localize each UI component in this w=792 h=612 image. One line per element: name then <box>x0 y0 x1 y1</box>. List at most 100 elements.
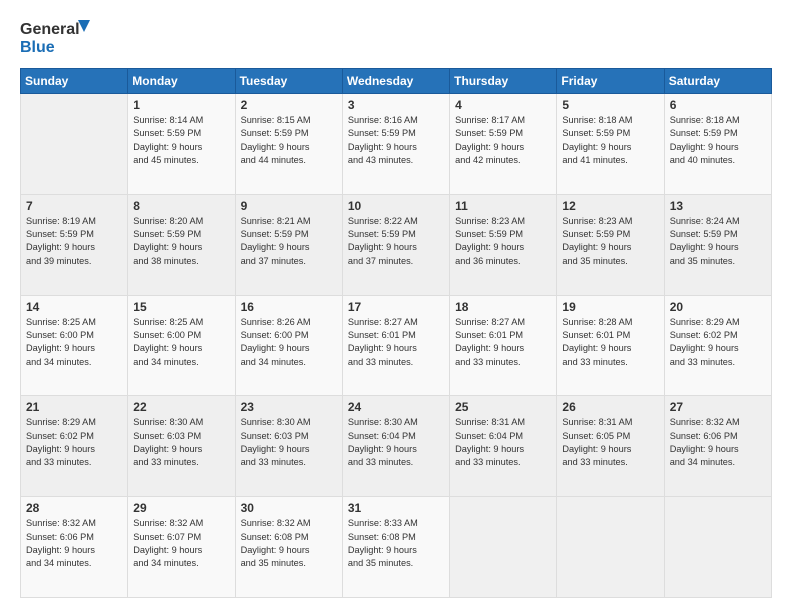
day-header-monday: Monday <box>128 69 235 94</box>
calendar-week-4: 21 Sunrise: 8:29 AM Sunset: 6:02 PM Dayli… <box>21 396 772 497</box>
calendar-cell: 25Sunrise: 8:31 AM Sunset: 6:04 PM Dayli… <box>450 396 557 497</box>
header: GeneralBlue <box>20 18 772 56</box>
day-number: 9 <box>241 199 337 213</box>
day-number: 10 <box>348 199 444 213</box>
day-number: 26 <box>562 400 658 414</box>
day-info: Sunrise: 8:32 AM Sunset: 6:07 PM Dayligh… <box>133 517 229 570</box>
day-info: Sunrise: 8:15 AM Sunset: 5:59 PM Dayligh… <box>241 114 337 167</box>
day-header-sunday: Sunday <box>21 69 128 94</box>
day-number: 28 <box>26 501 122 515</box>
day-number: 17 <box>348 300 444 314</box>
svg-text:Blue: Blue <box>20 39 55 56</box>
day-number: 16 <box>241 300 337 314</box>
day-info: Sunrise: 8:32 AM Sunset: 6:08 PM Dayligh… <box>241 517 337 570</box>
calendar-cell: 22Sunrise: 8:30 AM Sunset: 6:03 PM Dayli… <box>128 396 235 497</box>
day-number: 2 <box>241 98 337 112</box>
day-info: Sunrise: 8:29 AM Sunset: 6:02 PM Dayligh… <box>26 416 122 469</box>
calendar-cell: 26 Sunrise: 8:31 AM Sunset: 6:05 PM Dayli… <box>557 396 664 497</box>
day-info: Sunrise: 8:25 AM Sunset: 6:00 PM Dayligh… <box>26 316 122 369</box>
day-info: Sunrise: 8:24 AM Sunset: 5:59 PM Dayligh… <box>670 215 766 268</box>
calendar-cell: 23Sunrise: 8:30 AM Sunset: 6:03 PM Dayli… <box>235 396 342 497</box>
day-number: 31 <box>348 501 444 515</box>
day-info: Sunrise: 8:17 AM Sunset: 5:59 PM Dayligh… <box>455 114 551 167</box>
day-info: Sunrise: 8:14 AM Sunset: 5:59 PM Dayligh… <box>133 114 229 167</box>
day-info: Sunrise: 8:30 AM Sunset: 6:03 PM Dayligh… <box>133 416 229 469</box>
calendar-table: SundayMondayTuesdayWednesdayThursdayFrid… <box>20 68 772 598</box>
page: GeneralBlue SundayMondayTuesdayWednesday… <box>0 0 792 612</box>
calendar-cell: 4 Sunrise: 8:17 AM Sunset: 5:59 PM Daylig… <box>450 94 557 195</box>
calendar-cell <box>450 497 557 598</box>
logo-svg: GeneralBlue <box>20 18 90 56</box>
day-info: Sunrise: 8:26 AM Sunset: 6:00 PM Dayligh… <box>241 316 337 369</box>
calendar-cell: 31Sunrise: 8:33 AM Sunset: 6:08 PM Dayli… <box>342 497 449 598</box>
day-info: Sunrise: 8:21 AM Sunset: 5:59 PM Dayligh… <box>241 215 337 268</box>
logo: GeneralBlue <box>20 18 90 56</box>
calendar-week-1: 1 Sunrise: 8:14 AM Sunset: 5:59 PM Daylig… <box>21 94 772 195</box>
calendar-cell: 15 Sunrise: 8:25 AM Sunset: 6:00 PM Dayli… <box>128 295 235 396</box>
day-info: Sunrise: 8:16 AM Sunset: 5:59 PM Dayligh… <box>348 114 444 167</box>
day-number: 1 <box>133 98 229 112</box>
calendar-cell: 27 Sunrise: 8:32 AM Sunset: 6:06 PM Dayli… <box>664 396 771 497</box>
day-number: 7 <box>26 199 122 213</box>
day-number: 8 <box>133 199 229 213</box>
calendar-cell: 7 Sunrise: 8:19 AM Sunset: 5:59 PM Daylig… <box>21 194 128 295</box>
day-number: 11 <box>455 199 551 213</box>
calendar-header-row: SundayMondayTuesdayWednesdayThursdayFrid… <box>21 69 772 94</box>
day-number: 20 <box>670 300 766 314</box>
day-number: 24 <box>348 400 444 414</box>
calendar-cell: 29Sunrise: 8:32 AM Sunset: 6:07 PM Dayli… <box>128 497 235 598</box>
day-info: Sunrise: 8:22 AM Sunset: 5:59 PM Dayligh… <box>348 215 444 268</box>
day-number: 15 <box>133 300 229 314</box>
day-number: 3 <box>348 98 444 112</box>
calendar-cell: 21 Sunrise: 8:29 AM Sunset: 6:02 PM Dayli… <box>21 396 128 497</box>
day-number: 5 <box>562 98 658 112</box>
day-number: 12 <box>562 199 658 213</box>
day-info: Sunrise: 8:31 AM Sunset: 6:05 PM Dayligh… <box>562 416 658 469</box>
day-number: 23 <box>241 400 337 414</box>
calendar-cell: 2 Sunrise: 8:15 AM Sunset: 5:59 PM Daylig… <box>235 94 342 195</box>
calendar-cell: 28 Sunrise: 8:32 AM Sunset: 6:06 PM Dayli… <box>21 497 128 598</box>
day-info: Sunrise: 8:20 AM Sunset: 5:59 PM Dayligh… <box>133 215 229 268</box>
day-header-saturday: Saturday <box>664 69 771 94</box>
calendar-cell: 10 Sunrise: 8:22 AM Sunset: 5:59 PM Dayli… <box>342 194 449 295</box>
day-info: Sunrise: 8:32 AM Sunset: 6:06 PM Dayligh… <box>26 517 122 570</box>
calendar-cell: 5 Sunrise: 8:18 AM Sunset: 5:59 PM Daylig… <box>557 94 664 195</box>
calendar-cell: 16 Sunrise: 8:26 AM Sunset: 6:00 PM Dayli… <box>235 295 342 396</box>
day-number: 30 <box>241 501 337 515</box>
day-number: 18 <box>455 300 551 314</box>
day-header-friday: Friday <box>557 69 664 94</box>
day-number: 4 <box>455 98 551 112</box>
day-info: Sunrise: 8:19 AM Sunset: 5:59 PM Dayligh… <box>26 215 122 268</box>
calendar-cell <box>21 94 128 195</box>
day-info: Sunrise: 8:30 AM Sunset: 6:04 PM Dayligh… <box>348 416 444 469</box>
svg-text:General: General <box>20 21 80 38</box>
day-number: 19 <box>562 300 658 314</box>
day-number: 25 <box>455 400 551 414</box>
calendar-cell: 9 Sunrise: 8:21 AM Sunset: 5:59 PM Daylig… <box>235 194 342 295</box>
day-info: Sunrise: 8:32 AM Sunset: 6:06 PM Dayligh… <box>670 416 766 469</box>
calendar-cell: 11Sunrise: 8:23 AM Sunset: 5:59 PM Dayli… <box>450 194 557 295</box>
calendar-cell: 30 Sunrise: 8:32 AM Sunset: 6:08 PM Dayli… <box>235 497 342 598</box>
day-number: 21 <box>26 400 122 414</box>
day-info: Sunrise: 8:23 AM Sunset: 5:59 PM Dayligh… <box>562 215 658 268</box>
calendar-cell: 3 Sunrise: 8:16 AM Sunset: 5:59 PM Daylig… <box>342 94 449 195</box>
calendar-cell: 6Sunrise: 8:18 AM Sunset: 5:59 PM Daylig… <box>664 94 771 195</box>
day-header-thursday: Thursday <box>450 69 557 94</box>
day-info: Sunrise: 8:28 AM Sunset: 6:01 PM Dayligh… <box>562 316 658 369</box>
day-info: Sunrise: 8:27 AM Sunset: 6:01 PM Dayligh… <box>455 316 551 369</box>
day-info: Sunrise: 8:18 AM Sunset: 5:59 PM Dayligh… <box>562 114 658 167</box>
calendar-cell: 17Sunrise: 8:27 AM Sunset: 6:01 PM Dayli… <box>342 295 449 396</box>
calendar-cell: 13Sunrise: 8:24 AM Sunset: 5:59 PM Dayli… <box>664 194 771 295</box>
day-info: Sunrise: 8:25 AM Sunset: 6:00 PM Dayligh… <box>133 316 229 369</box>
calendar-cell: 24 Sunrise: 8:30 AM Sunset: 6:04 PM Dayli… <box>342 396 449 497</box>
day-number: 14 <box>26 300 122 314</box>
calendar-week-2: 7 Sunrise: 8:19 AM Sunset: 5:59 PM Daylig… <box>21 194 772 295</box>
day-info: Sunrise: 8:18 AM Sunset: 5:59 PM Dayligh… <box>670 114 766 167</box>
calendar-week-5: 28 Sunrise: 8:32 AM Sunset: 6:06 PM Dayli… <box>21 497 772 598</box>
calendar-cell: 12 Sunrise: 8:23 AM Sunset: 5:59 PM Dayli… <box>557 194 664 295</box>
calendar-cell: 14 Sunrise: 8:25 AM Sunset: 6:00 PM Dayli… <box>21 295 128 396</box>
calendar-cell: 1 Sunrise: 8:14 AM Sunset: 5:59 PM Daylig… <box>128 94 235 195</box>
day-header-wednesday: Wednesday <box>342 69 449 94</box>
calendar-cell: 8 Sunrise: 8:20 AM Sunset: 5:59 PM Daylig… <box>128 194 235 295</box>
day-number: 27 <box>670 400 766 414</box>
